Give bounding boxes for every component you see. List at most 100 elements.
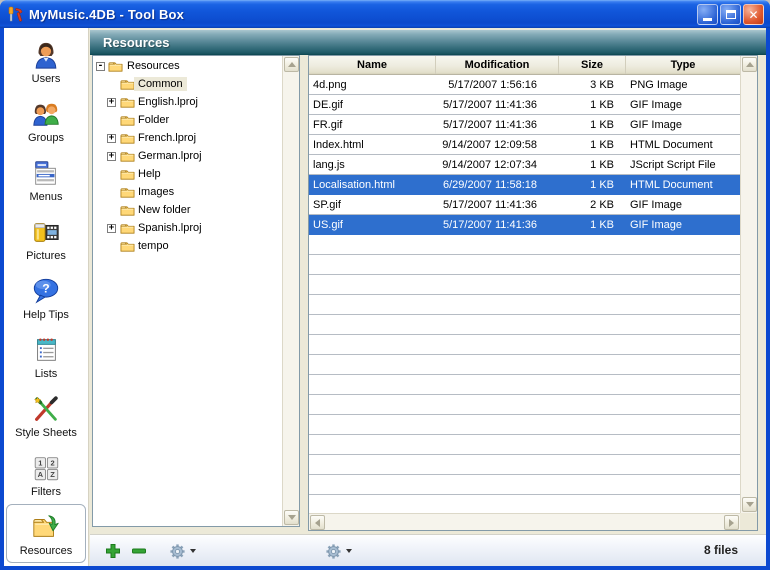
tree-item-spanish-lproj[interactable]: + Spanish.lproj <box>93 220 282 238</box>
svg-text:A: A <box>38 470 44 479</box>
remove-button[interactable] <box>128 539 150 563</box>
filters-icon: 12AZ <box>30 452 62 484</box>
tree-item-new-folder[interactable]: New folder <box>93 202 282 220</box>
tree-item-images[interactable]: Images <box>93 184 282 202</box>
tree-expander-minus-icon[interactable]: - <box>96 62 105 71</box>
resources-icon <box>30 511 62 543</box>
cell-name: lang.js <box>309 155 436 174</box>
table-body: 4d.png5/17/2007 1:56:163 KBPNG ImageDE.g… <box>309 75 740 513</box>
tree-item-common[interactable]: Common <box>93 76 282 94</box>
sidebar-item-resources[interactable]: Resources <box>6 504 86 563</box>
sidebar-item-lists[interactable]: Lists <box>6 327 86 386</box>
folder-icon <box>120 132 135 145</box>
table-row-empty <box>309 315 740 335</box>
table-row[interactable]: lang.js9/14/2007 12:07:341 KBJScript Scr… <box>309 155 740 175</box>
table-row[interactable]: Localisation.html6/29/2007 11:58:181 KBH… <box>309 175 740 195</box>
table-horizontal-scrollbar[interactable] <box>309 513 740 530</box>
folder-tree: -ResourcesCommon +English.lprojFolder +Fre… <box>92 55 300 527</box>
folder-actions-menu-button[interactable] <box>166 539 199 563</box>
sidebar-item-filters[interactable]: 12AZFilters <box>6 445 86 504</box>
gear-icon <box>325 543 342 560</box>
tree-expander-plus-icon[interactable]: + <box>107 152 116 161</box>
tree-scroll-down-button[interactable] <box>284 510 299 525</box>
files-count: 8 files <box>704 535 738 564</box>
users-icon <box>30 39 62 71</box>
tree-item-resources[interactable]: -Resources <box>93 58 282 76</box>
sidebar: UsersGroups Menus Pictures?Help Tips Lists S… <box>4 28 89 566</box>
tree-expander-plus-icon[interactable]: + <box>107 98 116 107</box>
close-button[interactable]: ✕ <box>743 4 764 25</box>
maximize-button[interactable] <box>720 4 741 25</box>
tree-scroll-up-button[interactable] <box>284 57 299 72</box>
app-window: MyMusic.4DB - Tool Box ✕ UsersGroupsMenu… <box>0 0 770 570</box>
table-row-empty <box>309 235 740 255</box>
minimize-button[interactable] <box>697 4 718 25</box>
lists-icon <box>30 334 62 366</box>
table-row-empty <box>309 255 740 275</box>
table-row[interactable]: FR.gif5/17/2007 11:41:361 KBGIF Image <box>309 115 740 135</box>
tree-item-label: German.lproj <box>134 149 206 163</box>
tree-vertical-scrollbar[interactable] <box>282 56 299 526</box>
table-scroll-right-button[interactable] <box>724 515 739 530</box>
sidebar-item-help-tips[interactable]: ?Help Tips <box>6 268 86 327</box>
cell-modification: 5/17/2007 11:41:36 <box>436 95 559 114</box>
cell-size: 2 KB <box>559 195 626 214</box>
file-table: NameModificationSizeType 4d.png5/17/2007… <box>308 55 758 531</box>
window-body: UsersGroups Menus Pictures?Help Tips Lists S… <box>4 28 766 566</box>
table-scroll-left-button[interactable] <box>310 515 325 530</box>
gear-icon <box>169 543 186 560</box>
tree-item-help[interactable]: Help <box>93 166 282 184</box>
column-header-name[interactable]: Name <box>309 56 436 74</box>
folder-icon <box>120 78 135 91</box>
table-vertical-scrollbar[interactable] <box>740 56 757 513</box>
tree-item-tempo[interactable]: tempo <box>93 238 282 256</box>
tree-item-french-lproj[interactable]: +French.lproj <box>93 130 282 148</box>
table-row[interactable]: Index.html9/14/2007 12:09:581 KBHTML Doc… <box>309 135 740 155</box>
cell-modification: 9/14/2007 12:09:58 <box>436 135 559 154</box>
table-scroll-up-button[interactable] <box>742 57 757 72</box>
arrow-down-icon <box>288 515 296 520</box>
sidebar-item-label: Lists <box>35 368 58 380</box>
column-header-type[interactable]: Type <box>626 56 740 74</box>
minimize-icon <box>703 18 712 21</box>
tree-item-label: Folder <box>134 113 173 127</box>
svg-text:?: ? <box>42 281 49 295</box>
cell-name: SP.gif <box>309 195 436 214</box>
table-row[interactable]: 4d.png5/17/2007 1:56:163 KBPNG Image <box>309 75 740 95</box>
sidebar-item-groups[interactable]: Groups <box>6 91 86 150</box>
pictures-icon <box>30 216 62 248</box>
tree-item-english-lproj[interactable]: +English.lproj <box>93 94 282 112</box>
arrow-up-icon <box>746 62 754 67</box>
cell-type: HTML Document <box>626 175 740 194</box>
sidebar-item-users[interactable]: Users <box>6 32 86 91</box>
sidebar-item-style-sheets[interactable]: Style Sheets <box>6 386 86 445</box>
table-row-empty <box>309 355 740 375</box>
table-row[interactable]: DE.gif5/17/2007 11:41:361 KBGIF Image <box>309 95 740 115</box>
table-scroll-down-button[interactable] <box>742 497 757 512</box>
folder-icon <box>120 150 135 163</box>
file-actions-menu-button[interactable] <box>322 539 355 563</box>
column-header-size[interactable]: Size <box>559 56 626 74</box>
cell-name: US.gif <box>309 215 436 234</box>
tree-expander-plus-icon[interactable]: + <box>107 134 116 143</box>
tree-item-label: Spanish.lproj <box>134 221 206 235</box>
folder-icon <box>120 204 135 217</box>
table-row-empty <box>309 375 740 395</box>
cell-size: 1 KB <box>559 155 626 174</box>
add-button[interactable] <box>102 539 124 563</box>
arrow-down-icon <box>746 502 754 507</box>
tree-item-folder[interactable]: Folder <box>93 112 282 130</box>
tree-item-label: Common <box>134 77 187 91</box>
table-row-empty <box>309 495 740 513</box>
sidebar-item-menus[interactable]: Menus <box>6 150 86 209</box>
tree-item-german-lproj[interactable]: + German.lproj <box>93 148 282 166</box>
remove-icon <box>131 543 147 559</box>
sidebar-item-pictures[interactable]: Pictures <box>6 209 86 268</box>
table-row[interactable]: US.gif5/17/2007 11:41:361 KBGIF Image <box>309 215 740 235</box>
sidebar-item-label: Menus <box>29 191 62 203</box>
folder-icon <box>120 114 135 127</box>
table-row[interactable]: SP.gif5/17/2007 11:41:362 KBGIF Image <box>309 195 740 215</box>
cell-modification: 5/17/2007 11:41:36 <box>436 195 559 214</box>
tree-expander-plus-icon[interactable]: + <box>107 224 116 233</box>
column-header-modification[interactable]: Modification <box>436 56 559 74</box>
